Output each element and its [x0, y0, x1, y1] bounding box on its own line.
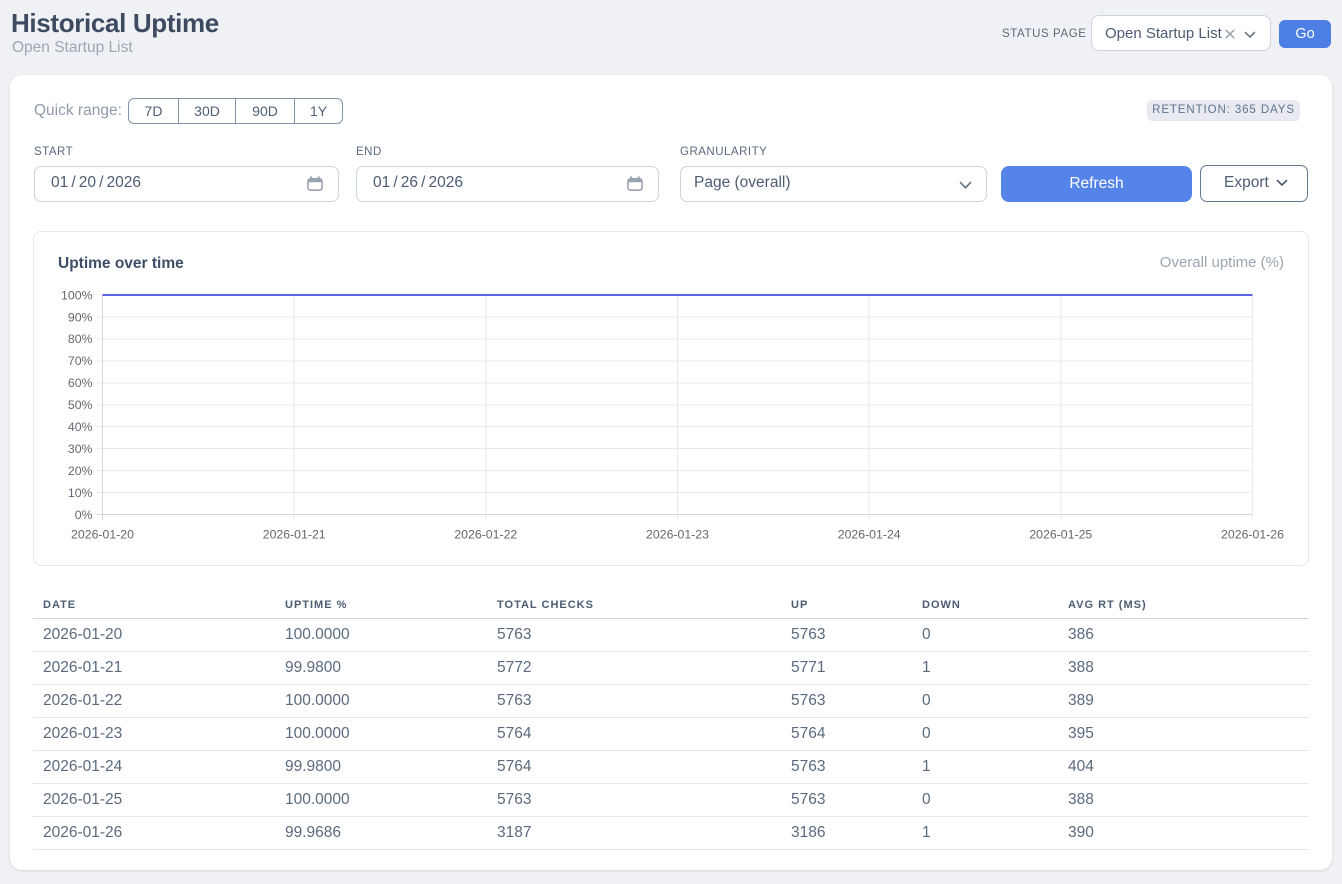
svg-text:90%: 90%	[68, 310, 93, 324]
svg-text:0%: 0%	[75, 508, 93, 522]
svg-text:2026-01-26: 2026-01-26	[1221, 528, 1284, 542]
svg-text:80%: 80%	[68, 332, 93, 346]
svg-text:20%: 20%	[68, 464, 93, 478]
svg-text:2026-01-25: 2026-01-25	[1029, 528, 1092, 542]
svg-text:2026-01-23: 2026-01-23	[646, 528, 709, 542]
svg-text:2026-01-24: 2026-01-24	[838, 528, 901, 542]
svg-text:2026-01-22: 2026-01-22	[454, 528, 517, 542]
svg-text:70%: 70%	[68, 354, 93, 368]
svg-text:50%: 50%	[68, 398, 93, 412]
svg-text:100%: 100%	[61, 288, 93, 302]
svg-text:2026-01-21: 2026-01-21	[263, 528, 326, 542]
svg-text:2026-01-20: 2026-01-20	[71, 528, 134, 542]
svg-text:10%: 10%	[68, 486, 93, 500]
svg-text:60%: 60%	[68, 376, 93, 390]
svg-text:40%: 40%	[68, 420, 93, 434]
svg-text:30%: 30%	[68, 442, 93, 456]
